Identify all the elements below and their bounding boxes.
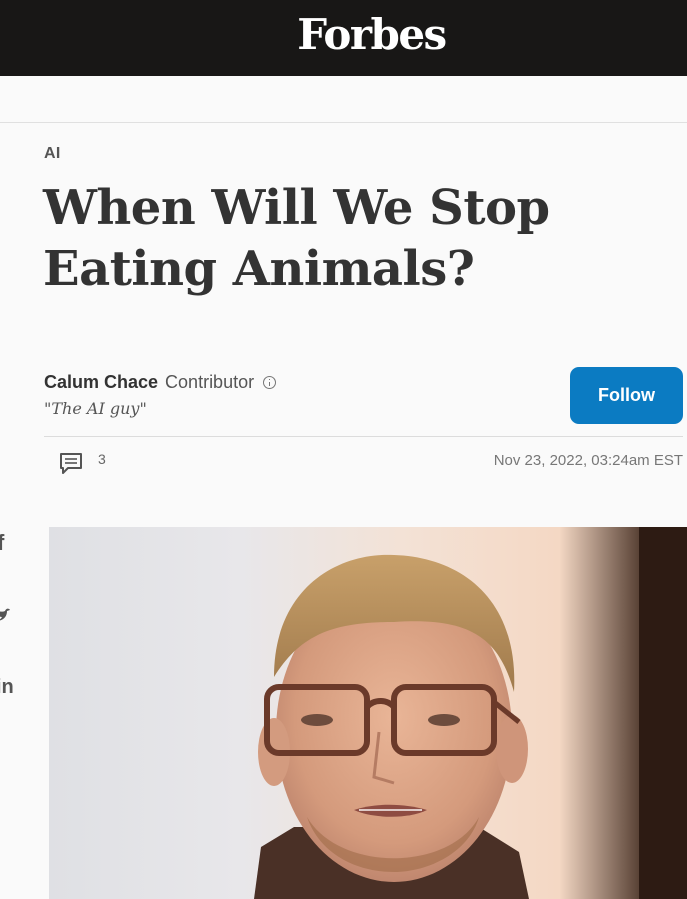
info-icon[interactable] [263,375,277,389]
headline-line-2: Eating Animals? [43,241,475,297]
sub-navigation-bar [0,76,687,123]
author-byline: Calum Chace Contributor [44,371,277,393]
article-headline: When Will We Stop Eating Animals? [43,178,663,300]
portrait-photo [254,527,687,899]
author-tagline: "The AI guy" [44,399,147,418]
hero-image [49,527,687,899]
linkedin-icon[interactable]: in [0,676,14,699]
author-role: Contributor [165,371,255,392]
headline-line-1: When Will We Stop [43,180,550,236]
author-name-link[interactable]: Calum Chace [44,372,158,393]
publish-timestamp: Nov 23, 2022, 03:24am EST [493,452,683,469]
comment-icon[interactable] [59,451,84,476]
byline-divider [44,436,683,437]
top-bar: Forbes [0,0,687,76]
twitter-icon[interactable] [0,604,10,624]
article-category-link[interactable]: AI [44,145,61,163]
facebook-icon[interactable]: f [0,530,4,556]
follow-button[interactable]: Follow [570,367,683,424]
forbes-logo[interactable]: Forbes [0,10,687,59]
comment-count[interactable]: 3 [98,451,106,467]
